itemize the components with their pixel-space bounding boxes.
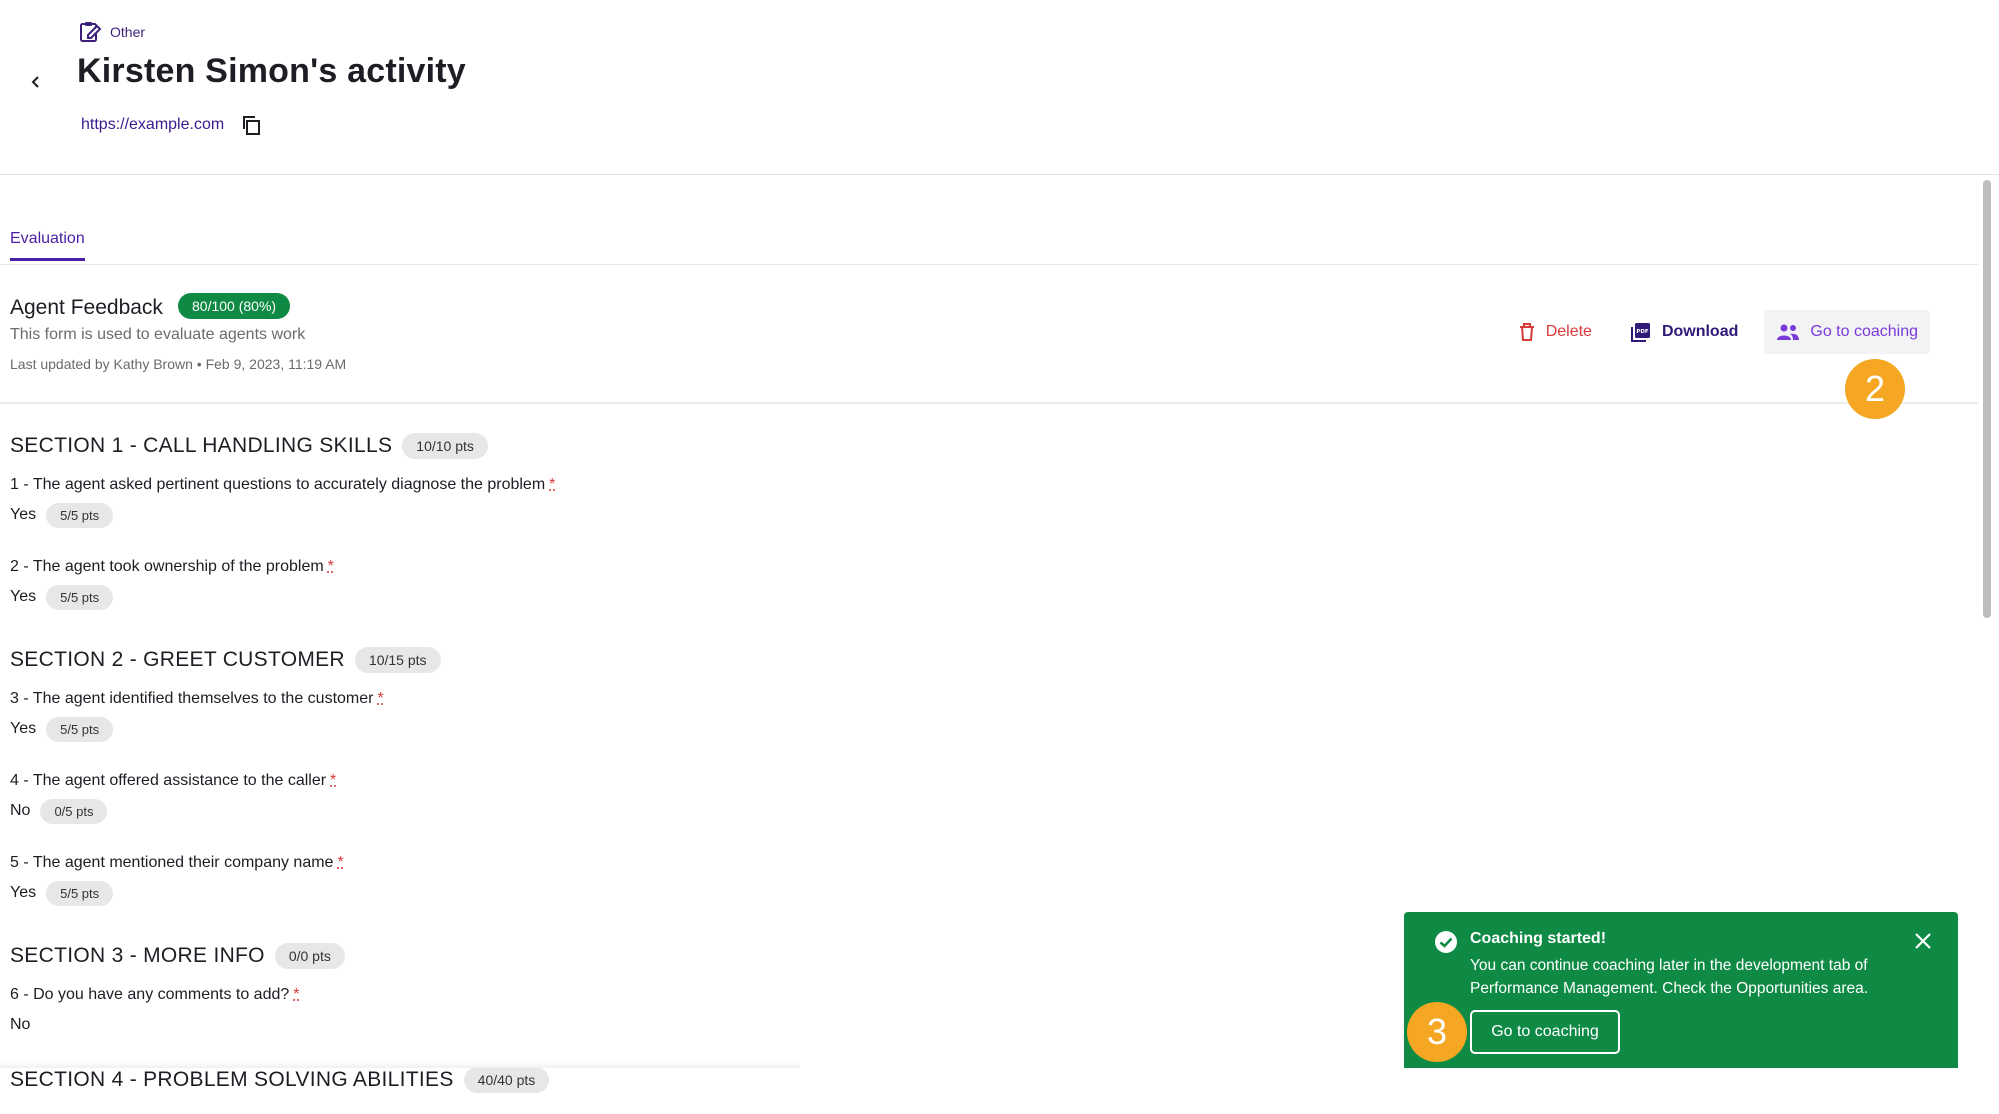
answer-value: Yes — [10, 720, 36, 738]
people-icon — [1776, 323, 1800, 341]
question-item: 4 - The agent offered assistance to the … — [10, 772, 1960, 824]
download-label: Download — [1662, 323, 1738, 341]
chevron-left-icon — [29, 75, 43, 89]
section-2: SECTION 2 - GREET CUSTOMER 10/15 pts 3 - … — [10, 644, 1960, 906]
close-icon — [1910, 928, 1936, 954]
section-title: SECTION 3 - MORE INFO — [10, 944, 265, 968]
answer-value: Yes — [10, 506, 36, 524]
answer-points: 5/5 pts — [46, 881, 113, 906]
required-marker: * — [337, 854, 343, 871]
required-marker: * — [328, 558, 334, 575]
question-item: 2 - The agent took ownership of the prob… — [10, 558, 1960, 610]
delete-button[interactable]: Delete — [1506, 310, 1604, 354]
section-points: 40/40 pts — [464, 1067, 550, 1093]
svg-text:PDF: PDF — [1636, 329, 1649, 335]
go-to-coaching-label: Go to coaching — [1810, 323, 1918, 341]
question-label: 1 - The agent asked pertinent questions … — [10, 476, 545, 493]
question-label: 2 - The agent took ownership of the prob… — [10, 558, 324, 575]
question-item: 1 - The agent asked pertinent questions … — [10, 476, 1960, 528]
download-button[interactable]: PDF Download — [1618, 310, 1750, 354]
required-marker: * — [377, 690, 383, 707]
question-item: 3 - The agent identified themselves to t… — [10, 690, 1960, 742]
answer-value: No — [10, 802, 30, 820]
last-updated-text: Last updated by Kathy Brown • Feb 9, 202… — [10, 356, 346, 372]
toast-title: Coaching started! — [1470, 930, 1606, 948]
scrollbar[interactable] — [1981, 178, 1993, 1068]
required-marker: * — [330, 772, 336, 789]
page-title: Kirsten Simon's activity — [77, 52, 466, 91]
page-fade — [0, 1062, 800, 1068]
step-marker-3: 3 — [1407, 1002, 1467, 1062]
trash-icon — [1518, 322, 1536, 342]
form-description: This form is used to evaluate agents wor… — [10, 326, 305, 344]
section-title: SECTION 1 - CALL HANDLING SKILLS — [10, 434, 392, 458]
copy-link-button[interactable] — [238, 112, 264, 138]
required-marker: * — [549, 476, 555, 493]
category-text: Other — [110, 24, 145, 40]
link-row: https://example.com — [81, 112, 264, 138]
section-title: SECTION 4 - PROBLEM SOLVING ABILITIES — [10, 1068, 454, 1092]
check-circle-icon — [1434, 930, 1458, 954]
answer-points: 5/5 pts — [46, 585, 113, 610]
tab-evaluation[interactable]: Evaluation — [10, 230, 85, 261]
copy-icon — [240, 114, 262, 136]
question-label: 6 - Do you have any comments to add? — [10, 986, 289, 1003]
answer-value: Yes — [10, 588, 36, 606]
section-1: SECTION 1 - CALL HANDLING SKILLS 10/10 pt… — [10, 430, 1960, 610]
delete-label: Delete — [1546, 323, 1592, 341]
section-title: SECTION 2 - GREET CUSTOMER — [10, 648, 345, 672]
step-marker-2: 2 — [1845, 359, 1905, 419]
pdf-icon: PDF — [1630, 321, 1652, 343]
section-points: 10/10 pts — [402, 433, 488, 459]
coaching-toast: Coaching started! You can continue coach… — [1404, 912, 1958, 1068]
clipboard-edit-icon — [78, 20, 102, 44]
toast-go-to-coaching-button[interactable]: Go to coaching — [1470, 1010, 1620, 1054]
scrollbar-thumb[interactable] — [1983, 180, 1991, 618]
go-to-coaching-button[interactable]: Go to coaching — [1764, 310, 1930, 354]
section-points: 0/0 pts — [275, 943, 345, 969]
answer-value: No — [10, 1016, 30, 1034]
form-header: Agent Feedback 80/100 (80%) This form is… — [0, 290, 1978, 404]
form-title: Agent Feedback — [10, 296, 163, 320]
answer-points: 0/5 pts — [40, 799, 107, 824]
category-label: Other — [78, 20, 145, 44]
question-label: 5 - The agent mentioned their company na… — [10, 854, 333, 871]
answer-value: Yes — [10, 884, 36, 902]
required-marker: * — [293, 986, 299, 1003]
toast-close-button[interactable] — [1910, 928, 1936, 954]
activity-link[interactable]: https://example.com — [81, 116, 224, 134]
back-button[interactable] — [22, 68, 50, 96]
score-badge: 80/100 (80%) — [178, 293, 290, 319]
answer-points: 5/5 pts — [46, 717, 113, 742]
section-points: 10/15 pts — [355, 647, 441, 673]
toast-message: You can continue coaching later in the d… — [1470, 954, 1910, 1000]
tab-bar: Evaluation — [0, 226, 1978, 265]
answer-points: 5/5 pts — [46, 503, 113, 528]
page-header: Other Kirsten Simon's activity https://e… — [0, 0, 1999, 175]
question-label: 4 - The agent offered assistance to the … — [10, 772, 326, 789]
question-item: 5 - The agent mentioned their company na… — [10, 854, 1960, 906]
form-actions: Delete PDF Download Go to coaching — [1506, 310, 1930, 354]
section-4: SECTION 4 - PROBLEM SOLVING ABILITIES 40/… — [10, 1064, 1960, 1096]
question-label: 3 - The agent identified themselves to t… — [10, 690, 373, 707]
